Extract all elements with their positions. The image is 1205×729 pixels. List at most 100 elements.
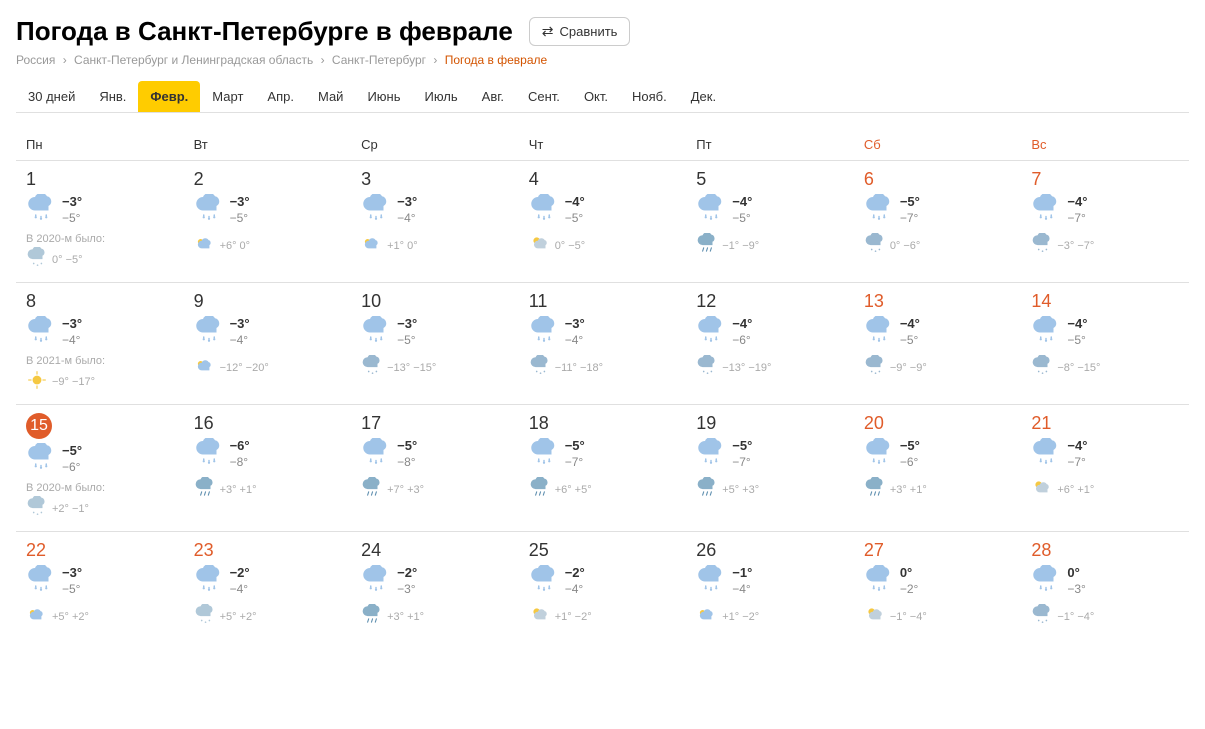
temp-high-19: −5° (732, 438, 752, 455)
weather-row-21: −4°−7° (1031, 438, 1181, 471)
day-cell-7[interactable]: 7−4°−7°−3° −7° (1021, 161, 1189, 283)
month-tab-12[interactable]: Дек. (679, 81, 728, 112)
temp-low-5: −5° (732, 211, 752, 227)
temp-low-7: −7° (1067, 211, 1087, 227)
month-tab-8[interactable]: Авг. (470, 81, 516, 112)
month-tab-7[interactable]: Июль (412, 81, 469, 112)
month-tab-5[interactable]: Май (306, 81, 355, 112)
temp-high-18: −5° (565, 438, 585, 455)
temp-high-20: −5° (900, 438, 920, 455)
day-number-25: 25 (529, 540, 679, 561)
prev-temps-20: +3° +1° (890, 484, 927, 496)
prev-temps-12: −13° −19° (722, 362, 771, 374)
day-cell-18[interactable]: 18−5°−7°+6° +5° (519, 405, 687, 532)
temp-low-6: −7° (900, 211, 920, 227)
day-cell-13[interactable]: 13−4°−5°−9° −9° (854, 283, 1022, 405)
day-cell-3[interactable]: 3−3°−4°+1° 0° (351, 161, 519, 283)
prev-icon-2 (194, 233, 216, 258)
day-cell-26[interactable]: 26−1°−4°+1° −2° (686, 532, 854, 640)
prev-temps-9: −12° −20° (220, 362, 269, 374)
prev-year-18: +6° +5° (529, 477, 679, 502)
weather-icon-2 (194, 194, 224, 227)
day-cell-14[interactable]: 14−4°−5°−8° −15° (1021, 283, 1189, 405)
day-cell-25[interactable]: 25−2°−4°+1° −2° (519, 532, 687, 640)
weekday-header-Вс: Вс (1021, 129, 1189, 161)
day-cell-10[interactable]: 10−3°−5°−13° −15° (351, 283, 519, 405)
day-cell-27[interactable]: 270°−2°−1° −4° (854, 532, 1022, 640)
prev-year-4: 0° −5° (529, 233, 679, 258)
day-cell-15[interactable]: 15−5°−6°В 2020-м было:+2° −1° (16, 405, 184, 532)
weather-icon-20 (864, 438, 894, 471)
prev-icon-20 (864, 477, 886, 502)
prev-year-10: −13° −15° (361, 355, 511, 380)
day-cell-9[interactable]: 9−3°−4°−12° −20° (184, 283, 352, 405)
day-cell-21[interactable]: 21−4°−7°+6° +1° (1021, 405, 1189, 532)
temp-high-16: −6° (230, 438, 250, 455)
month-tab-9[interactable]: Сент. (516, 81, 572, 112)
day-cell-2[interactable]: 2−3°−5°+6° 0° (184, 161, 352, 283)
day-number-21: 21 (1031, 413, 1181, 434)
weather-row-20: −5°−6° (864, 438, 1014, 471)
month-tab-4[interactable]: Апр. (255, 81, 306, 112)
weather-icon-5 (696, 194, 726, 227)
day-cell-4[interactable]: 4−4°−5°0° −5° (519, 161, 687, 283)
day-cell-5[interactable]: 5−4°−5°−1° −9° (686, 161, 854, 283)
day-cell-16[interactable]: 16−6°−8°+3° +1° (184, 405, 352, 532)
day-cell-17[interactable]: 17−5°−8°+7° +3° (351, 405, 519, 532)
month-tab-10[interactable]: Окт. (572, 81, 620, 112)
prev-year-12: −13° −19° (696, 355, 846, 380)
prev-icon-1 (26, 247, 48, 272)
prev-icon-23 (194, 604, 216, 629)
temp-low-13: −5° (900, 333, 920, 349)
breadcrumb-current[interactable]: Погода в феврале (445, 53, 548, 67)
weather-row-28: 0°−3° (1031, 565, 1181, 598)
day-number-2: 2 (194, 169, 344, 190)
day-cell-20[interactable]: 20−5°−6°+3° +1° (854, 405, 1022, 532)
day-cell-23[interactable]: 23−2°−4°+5° +2° (184, 532, 352, 640)
prev-year-16: +3° +1° (194, 477, 344, 502)
day-cell-8[interactable]: 8−3°−4°В 2021-м было:−9° −17° (16, 283, 184, 405)
month-tab-1[interactable]: Янв. (87, 81, 138, 112)
temp-low-24: −3° (397, 582, 417, 598)
weekday-header-Пт: Пт (686, 129, 854, 161)
temp-high-11: −3° (565, 316, 585, 333)
temp-high-12: −4° (732, 316, 752, 333)
prev-year-23: +5° +2° (194, 604, 344, 629)
prev-year-27: −1° −4° (864, 604, 1014, 629)
month-tab-6[interactable]: Июнь (355, 81, 412, 112)
prev-temps-23: +5° +2° (220, 611, 257, 623)
month-tab-11[interactable]: Нояб. (620, 81, 679, 112)
compare-button[interactable]: ⇄ Сравнить (529, 17, 631, 46)
month-tab-2[interactable]: Февр. (138, 81, 200, 112)
day-cell-28[interactable]: 280°−3°−1° −4° (1021, 532, 1189, 640)
prev-icon-8 (26, 369, 48, 394)
prev-icon-28 (1031, 604, 1053, 629)
day-cell-22[interactable]: 22−3°−5°+5° +2° (16, 532, 184, 640)
prev-icon-18 (529, 477, 551, 502)
prev-year-17: +7° +3° (361, 477, 511, 502)
month-tab-3[interactable]: Март (200, 81, 255, 112)
prev-year-6: 0° −6° (864, 233, 1014, 258)
temp-high-3: −3° (397, 194, 417, 211)
weather-row-26: −1°−4° (696, 565, 846, 598)
day-cell-1[interactable]: 1−3°−5°В 2020-м было:0° −5° (16, 161, 184, 283)
day-cell-24[interactable]: 24−2°−3°+3° +1° (351, 532, 519, 640)
day-cell-6[interactable]: 6−5°−7°0° −6° (854, 161, 1022, 283)
day-cell-19[interactable]: 19−5°−7°+5° +3° (686, 405, 854, 532)
prev-temps-22: +5° +2° (52, 611, 89, 623)
weather-icon-25 (529, 565, 559, 598)
prev-icon-11 (529, 355, 551, 380)
day-cell-12[interactable]: 12−4°−6°−13° −19° (686, 283, 854, 405)
prev-icon-12 (696, 355, 718, 380)
prev-temps-27: −1° −4° (890, 611, 927, 623)
month-tab-0[interactable]: 30 дней (16, 81, 87, 112)
day-number-10: 10 (361, 291, 511, 312)
prev-temps-14: −8° −15° (1057, 362, 1100, 374)
temp-high-26: −1° (732, 565, 752, 582)
prev-temps-19: +5° +3° (722, 484, 759, 496)
weather-icon-27 (864, 565, 894, 598)
temp-high-5: −4° (732, 194, 752, 211)
temp-low-17: −8° (397, 455, 417, 471)
day-cell-11[interactable]: 11−3°−4°−11° −18° (519, 283, 687, 405)
prev-year-9: −12° −20° (194, 355, 344, 380)
